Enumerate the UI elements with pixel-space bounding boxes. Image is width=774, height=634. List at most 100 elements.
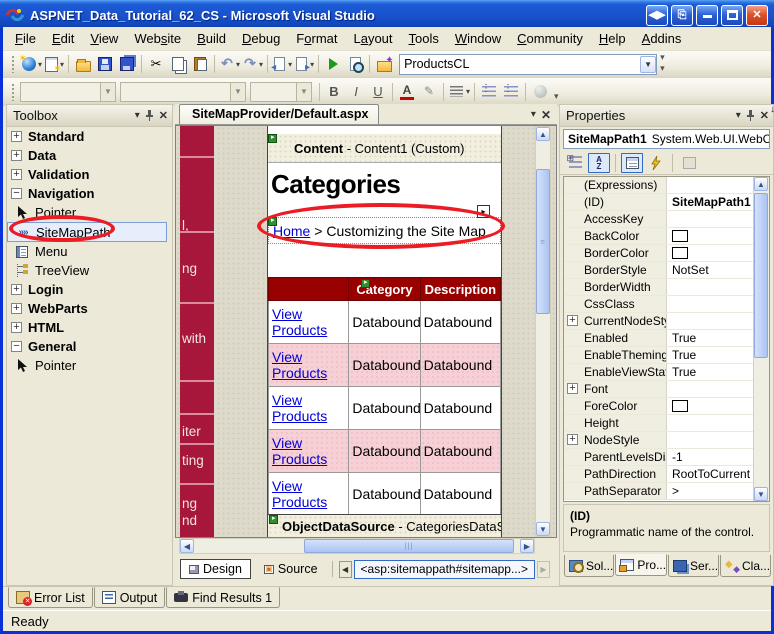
- breadcrumb-home-link[interactable]: Home: [273, 223, 310, 239]
- highlight-button[interactable]: ✎: [418, 81, 440, 103]
- toolbar-overflow-icon[interactable]: ▾: [554, 91, 559, 105]
- toolbox-item-pointer[interactable]: Pointer: [7, 203, 172, 222]
- menu-item-file[interactable]: File: [7, 28, 44, 49]
- view-products-link[interactable]: View Products: [272, 392, 327, 424]
- toolbox-section-webparts[interactable]: +WebParts: [7, 299, 172, 318]
- start-debugging-button[interactable]: [322, 53, 344, 75]
- menu-item-addins[interactable]: Addins: [634, 28, 690, 49]
- color-swatch[interactable]: [672, 247, 688, 259]
- scroll-down-icon[interactable]: ▼: [536, 522, 550, 536]
- menu-item-community[interactable]: Community: [509, 28, 591, 49]
- property-value[interactable]: SiteMapPath1: [667, 194, 753, 210]
- menu-item-edit[interactable]: Edit: [44, 28, 82, 49]
- scroll-up-icon[interactable]: ▲: [536, 127, 550, 141]
- property-value[interactable]: [667, 245, 753, 261]
- property-row-borderstyle[interactable]: BorderStyleNotSet: [564, 262, 753, 279]
- property-value[interactable]: [667, 398, 753, 414]
- property-value[interactable]: [667, 177, 753, 193]
- property-row-enableviewstate[interactable]: EnableViewStateTrue: [564, 364, 753, 381]
- toolbox-section-general[interactable]: −General: [7, 337, 172, 356]
- menu-item-debug[interactable]: Debug: [234, 28, 288, 49]
- redo-button[interactable]: ↷▾: [241, 53, 264, 75]
- scroll-right-icon[interactable]: ▶: [520, 539, 534, 553]
- close-panel-icon[interactable]: ✕: [159, 111, 168, 121]
- design-horizontal-scrollbar[interactable]: ◀ ||| ▶: [179, 538, 535, 554]
- font-name-combo[interactable]: ▼: [120, 82, 246, 102]
- design-vertical-scrollbar[interactable]: ▲ ≡ ▼: [535, 126, 551, 537]
- close-button[interactable]: ✕: [746, 5, 768, 26]
- property-value[interactable]: RootToCurrent: [667, 466, 753, 482]
- property-value[interactable]: [667, 279, 753, 295]
- property-value[interactable]: [667, 415, 753, 431]
- property-value[interactable]: True: [667, 347, 753, 363]
- alphabetical-button[interactable]: AZ: [588, 153, 610, 173]
- color-swatch[interactable]: [672, 400, 688, 412]
- italic-button[interactable]: I: [345, 81, 367, 103]
- navigate-forward-button[interactable]: ▾: [293, 53, 315, 75]
- scroll-left-icon[interactable]: ◀: [180, 539, 194, 553]
- underline-button[interactable]: U: [367, 81, 389, 103]
- smart-glyph-icon[interactable]: [268, 217, 277, 226]
- combo-dropdown-icon[interactable]: ▼: [640, 56, 656, 73]
- copy-button[interactable]: [167, 53, 189, 75]
- property-value[interactable]: [667, 211, 753, 227]
- tab-find-results[interactable]: Find Results 1: [166, 587, 280, 608]
- paste-button[interactable]: [189, 53, 211, 75]
- view-products-link[interactable]: View Products: [272, 306, 327, 338]
- tab-properties[interactable]: Pro...: [615, 554, 667, 576]
- menu-item-help[interactable]: Help: [591, 28, 634, 49]
- scroll-up-icon[interactable]: ▲: [754, 177, 768, 191]
- toolbox-item-treeview[interactable]: TreeView: [7, 261, 172, 280]
- expand-icon[interactable]: +: [567, 315, 578, 326]
- property-row-currentnodestyle[interactable]: +CurrentNodeStyle: [564, 313, 753, 330]
- export-window-button[interactable]: ⎘: [671, 5, 693, 26]
- toolbox-item-menu[interactable]: Menu: [7, 242, 172, 261]
- tag-nav-right-icon[interactable]: ▶: [537, 561, 550, 578]
- color-swatch[interactable]: [672, 230, 688, 242]
- property-row-bordercolor[interactable]: BorderColor: [564, 245, 753, 262]
- toolbox-section-login[interactable]: +Login: [7, 280, 172, 299]
- pin-icon[interactable]: [746, 110, 755, 121]
- scroll-thumb[interactable]: [754, 193, 768, 358]
- expand-icon[interactable]: +: [11, 131, 22, 142]
- property-row-accesskey[interactable]: AccessKey: [564, 211, 753, 228]
- object-selector-combo[interactable]: SiteMapPath1 System.Web.UI.WebC ▼: [563, 129, 770, 149]
- property-row-font[interactable]: +Font: [564, 381, 753, 398]
- property-row-enabled[interactable]: EnabledTrue: [564, 330, 753, 347]
- toolbox-item-sitemappath[interactable]: »»SiteMapPath: [7, 222, 167, 242]
- menu-item-website[interactable]: Website: [126, 28, 189, 49]
- menu-item-tools[interactable]: Tools: [401, 28, 447, 49]
- property-row-pathseparator[interactable]: PathSeparator>: [564, 483, 753, 500]
- source-view-button[interactable]: ▣ Source: [256, 559, 326, 579]
- scroll-thumb[interactable]: |||: [304, 539, 514, 553]
- menu-item-format[interactable]: Format: [288, 28, 345, 49]
- document-tab[interactable]: SiteMapProvider/Default.aspx: [179, 104, 379, 124]
- toolbox-section-html[interactable]: +HTML: [7, 318, 172, 337]
- toolbar-grip[interactable]: [11, 83, 16, 101]
- expand-icon[interactable]: +: [11, 322, 22, 333]
- save-all-button[interactable]: [116, 53, 138, 75]
- open-website-button[interactable]: [373, 53, 395, 75]
- scroll-down-icon[interactable]: ▼: [754, 487, 768, 501]
- pane-switch-button[interactable]: ◀▶: [646, 5, 668, 26]
- find-combo[interactable]: ProductsCL ▼: [399, 54, 657, 75]
- menu-item-layout[interactable]: Layout: [345, 28, 400, 49]
- property-pages-button[interactable]: [678, 153, 700, 173]
- bold-button[interactable]: B: [323, 81, 345, 103]
- tab-output[interactable]: Output: [94, 587, 166, 608]
- toolbox-section-validation[interactable]: +Validation: [7, 165, 172, 184]
- view-products-link[interactable]: View Products: [272, 478, 327, 510]
- events-button[interactable]: [645, 153, 667, 173]
- property-row-enabletheming[interactable]: EnableThemingTrue: [564, 347, 753, 364]
- property-row-borderwidth[interactable]: BorderWidth: [564, 279, 753, 296]
- smart-glyph-icon[interactable]: [361, 279, 370, 288]
- window-menu-icon[interactable]: ▾: [736, 111, 741, 121]
- pin-icon[interactable]: [145, 110, 154, 121]
- toolbox-section-navigation[interactable]: −Navigation: [7, 184, 172, 203]
- smart-glyph-icon[interactable]: [269, 515, 278, 524]
- property-value[interactable]: -1: [667, 449, 753, 465]
- view-products-link[interactable]: View Products: [272, 349, 327, 381]
- target-rule-combo[interactable]: ▼: [20, 82, 116, 102]
- toolbar-overflow-icon[interactable]: ▾▾: [660, 52, 665, 77]
- property-value[interactable]: >: [667, 483, 753, 499]
